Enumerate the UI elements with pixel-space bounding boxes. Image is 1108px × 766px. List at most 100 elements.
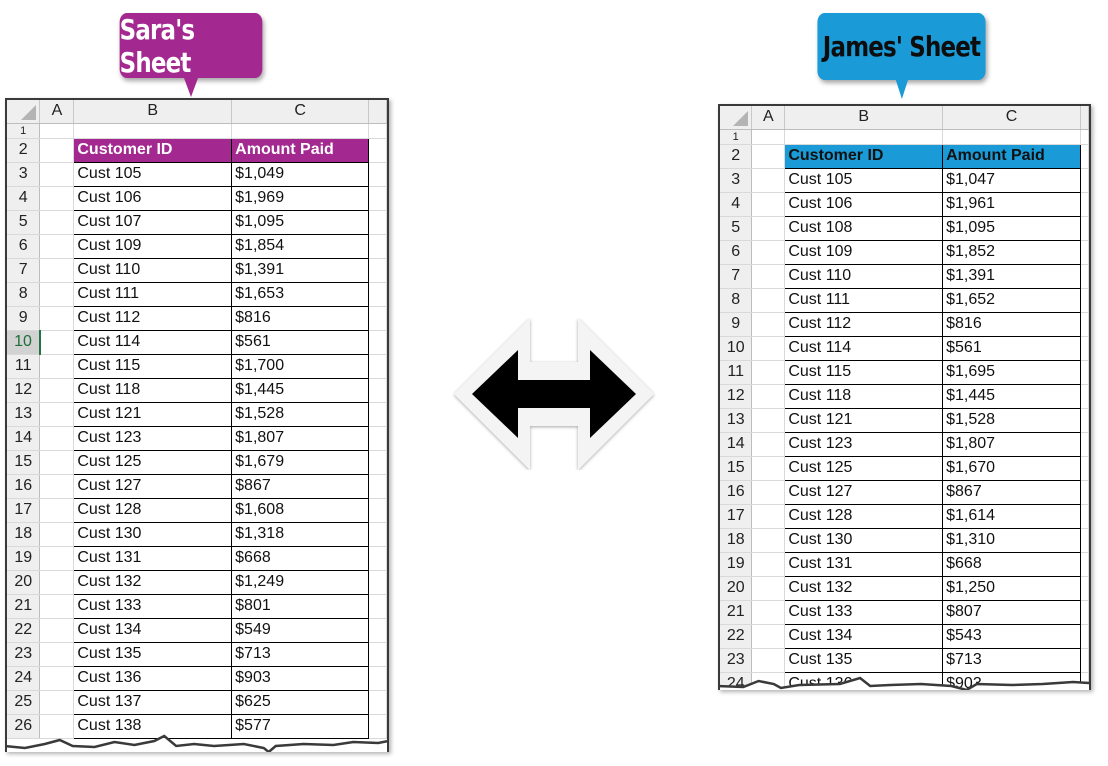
cell[interactable] <box>39 594 75 619</box>
cell[interactable] <box>368 690 387 715</box>
amount-paid-cell[interactable]: $1,310 <box>942 527 1081 553</box>
row-header[interactable]: 4 <box>7 186 41 211</box>
amount-paid-cell[interactable]: $801 <box>231 593 370 619</box>
row-header[interactable]: 23 <box>720 648 753 673</box>
customer-id-cell[interactable]: Cust 121 <box>784 407 944 433</box>
customer-id-cell[interactable]: Cust 135 <box>73 641 233 667</box>
column-header-b[interactable]: B <box>73 100 233 124</box>
row-header[interactable]: 14 <box>7 426 41 451</box>
row-header[interactable]: 25 <box>7 690 41 715</box>
customer-id-cell[interactable]: Cust 111 <box>784 287 944 313</box>
row-header[interactable]: 11 <box>7 354 41 379</box>
amount-paid-cell[interactable]: $1,047 <box>942 167 1081 193</box>
cell[interactable] <box>368 354 387 379</box>
amount-paid-cell[interactable]: $1,445 <box>231 377 370 403</box>
cell[interactable] <box>368 306 387 331</box>
cell[interactable] <box>39 426 75 451</box>
cell[interactable] <box>1080 384 1089 409</box>
amount-paid-cell[interactable]: $1,095 <box>231 209 370 235</box>
cell[interactable] <box>784 129 944 145</box>
amount-paid-cell[interactable]: $713 <box>231 641 370 667</box>
cell[interactable] <box>368 123 387 139</box>
row-header[interactable]: 20 <box>7 570 41 595</box>
customer-id-cell[interactable]: Cust 106 <box>784 191 944 217</box>
customer-id-cell[interactable]: Cust 114 <box>73 329 233 355</box>
cell[interactable] <box>751 144 786 169</box>
cell[interactable] <box>1080 288 1089 313</box>
cell[interactable] <box>751 168 786 193</box>
cell[interactable] <box>751 480 786 505</box>
cell[interactable] <box>942 129 1081 145</box>
cell[interactable] <box>751 129 786 145</box>
row-header[interactable]: 15 <box>720 456 753 481</box>
amount-paid-cell[interactable]: $625 <box>231 689 370 715</box>
cell[interactable] <box>368 402 387 427</box>
cell[interactable] <box>751 624 786 649</box>
cell[interactable] <box>39 690 75 715</box>
customer-id-cell[interactable]: Cust 110 <box>784 263 944 289</box>
customer-id-cell[interactable]: Cust 110 <box>73 257 233 283</box>
customer-id-cell[interactable]: Cust 108 <box>784 215 944 241</box>
amount-paid-cell[interactable]: $1,249 <box>231 569 370 595</box>
customer-id-cell[interactable]: Cust 109 <box>784 239 944 265</box>
cell[interactable] <box>39 522 75 547</box>
customer-id-cell[interactable]: Cust 115 <box>73 353 233 379</box>
customer-id-cell[interactable]: Cust 121 <box>73 401 233 427</box>
cell[interactable] <box>368 282 387 307</box>
row-header[interactable]: 14 <box>720 432 753 457</box>
column-header-a[interactable]: A <box>751 106 786 130</box>
row-header[interactable]: 20 <box>720 576 753 601</box>
cell[interactable] <box>39 234 75 259</box>
customer-id-cell[interactable]: Cust 111 <box>73 281 233 307</box>
amount-paid-cell[interactable]: $1,652 <box>942 287 1081 313</box>
cell[interactable] <box>368 594 387 619</box>
cell[interactable] <box>751 648 786 673</box>
customer-id-cell[interactable]: Cust 133 <box>73 593 233 619</box>
customer-id-header[interactable]: Customer ID <box>784 143 944 169</box>
cell[interactable] <box>39 498 75 523</box>
row-header[interactable]: 6 <box>720 240 753 265</box>
cell[interactable] <box>751 240 786 265</box>
row-header[interactable]: 22 <box>720 624 753 649</box>
customer-id-cell[interactable]: Cust 118 <box>73 377 233 403</box>
amount-paid-cell[interactable]: $1,391 <box>942 263 1081 289</box>
cell[interactable] <box>368 666 387 691</box>
row-header[interactable]: 19 <box>720 552 753 577</box>
cell[interactable] <box>39 210 75 235</box>
row-header[interactable]: 22 <box>7 618 41 643</box>
cell[interactable] <box>1080 408 1089 433</box>
amount-paid-cell[interactable]: $1,318 <box>231 521 370 547</box>
amount-paid-cell[interactable]: $816 <box>231 305 370 331</box>
row-header[interactable]: 5 <box>720 216 753 241</box>
row-header[interactable]: 9 <box>720 312 753 337</box>
row-header[interactable]: 19 <box>7 546 41 571</box>
cell[interactable] <box>368 138 387 163</box>
customer-id-cell[interactable]: Cust 123 <box>784 431 944 457</box>
cell[interactable] <box>39 282 75 307</box>
cell[interactable] <box>751 432 786 457</box>
customer-id-header[interactable]: Customer ID <box>73 137 233 163</box>
row-header[interactable]: 10 <box>720 336 753 361</box>
cell[interactable] <box>751 384 786 409</box>
row-header[interactable]: 15 <box>7 450 41 475</box>
cell[interactable] <box>1080 600 1089 625</box>
amount-paid-cell[interactable]: $561 <box>942 335 1081 361</box>
cell[interactable] <box>1080 624 1089 649</box>
amount-paid-cell[interactable]: $713 <box>942 647 1081 673</box>
row-header[interactable]: 21 <box>720 600 753 625</box>
row-header[interactable]: 7 <box>7 258 41 283</box>
amount-paid-cell[interactable]: $1,670 <box>942 455 1081 481</box>
customer-id-cell[interactable]: Cust 128 <box>784 503 944 529</box>
row-header[interactable]: 18 <box>720 528 753 553</box>
row-header[interactable]: 13 <box>7 402 41 427</box>
cell[interactable] <box>39 450 75 475</box>
amount-paid-header[interactable]: Amount Paid <box>942 143 1081 169</box>
customer-id-cell[interactable]: Cust 134 <box>784 623 944 649</box>
customer-id-cell[interactable]: Cust 114 <box>784 335 944 361</box>
row-header[interactable]: 21 <box>7 594 41 619</box>
amount-paid-cell[interactable]: $543 <box>942 623 1081 649</box>
amount-paid-cell[interactable]: $668 <box>942 551 1081 577</box>
cell[interactable] <box>751 288 786 313</box>
amount-paid-header[interactable]: Amount Paid <box>231 137 370 163</box>
cell[interactable] <box>1080 456 1089 481</box>
